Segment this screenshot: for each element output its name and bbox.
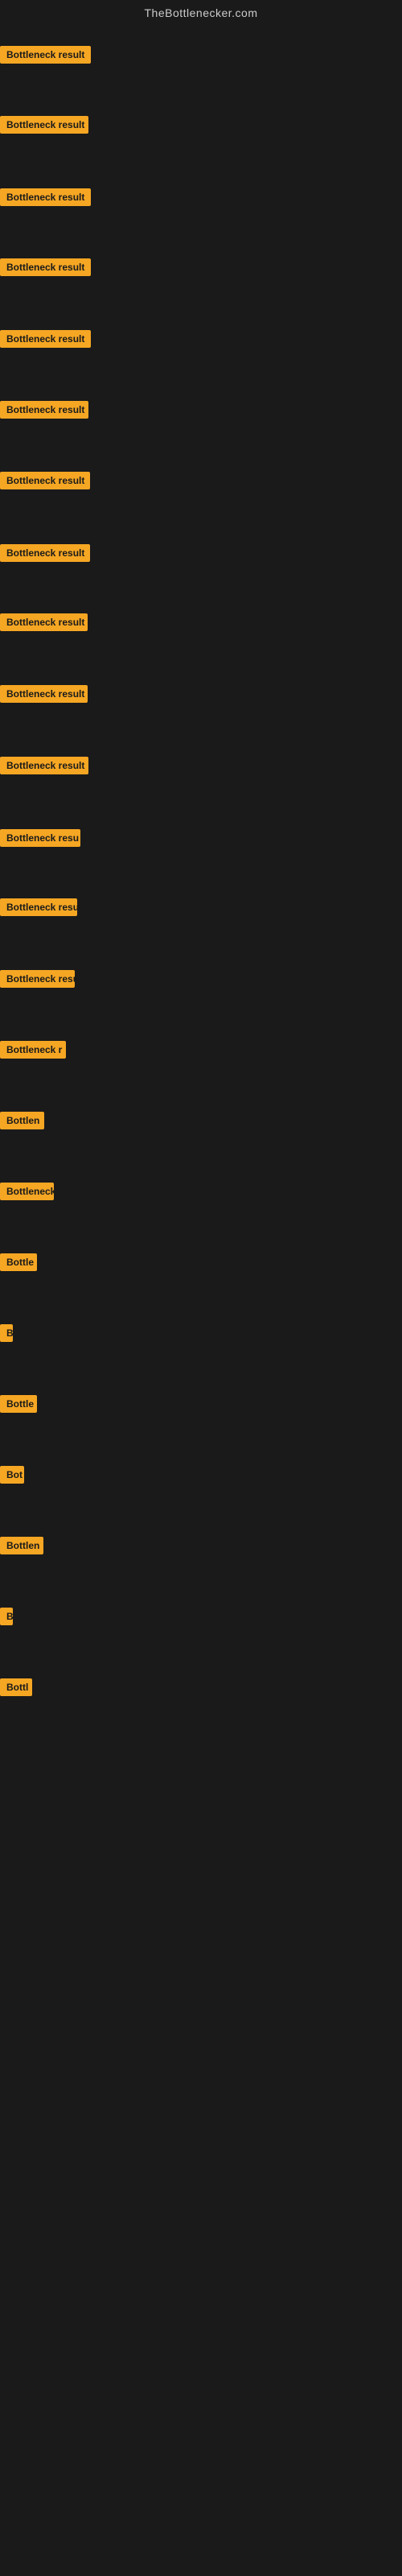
bottleneck-result-badge[interactable]: Bottleneck result <box>0 685 88 703</box>
bottleneck-result-badge[interactable]: Bottleneck result <box>0 188 91 206</box>
bottleneck-result-badge[interactable]: Bottleneck result <box>0 46 91 64</box>
bottleneck-result-badge[interactable]: Bottle <box>0 1395 37 1413</box>
bottleneck-result-badge[interactable]: Bottleneck result <box>0 401 88 419</box>
bottleneck-result-badge[interactable]: Bottleneck r <box>0 1041 66 1059</box>
bottleneck-result-badge[interactable]: Bottleneck resu <box>0 970 75 988</box>
bottleneck-result-badge[interactable]: Bottlen <box>0 1112 44 1129</box>
bottleneck-result-badge[interactable]: Bottleneck result <box>0 544 90 562</box>
bottleneck-result-badge[interactable]: Bottleneck resu <box>0 898 77 916</box>
bottleneck-result-badge[interactable]: Bottle <box>0 1253 37 1271</box>
bottleneck-result-badge[interactable]: Bot <box>0 1466 24 1484</box>
bottleneck-result-badge[interactable]: Bottleneck resu <box>0 829 80 847</box>
bottleneck-result-badge[interactable]: Bottleneck result <box>0 116 88 134</box>
bottleneck-result-badge[interactable]: Bottleneck result <box>0 757 88 774</box>
bottleneck-result-badge[interactable]: Bottlen <box>0 1537 43 1554</box>
bottleneck-result-badge[interactable]: Bottleneck result <box>0 613 88 631</box>
site-title: TheBottlenecker.com <box>144 6 257 19</box>
bottleneck-result-badge[interactable]: B <box>0 1324 13 1342</box>
bottleneck-result-badge[interactable]: Bottleneck <box>0 1183 54 1200</box>
bottleneck-result-badge[interactable]: Bottl <box>0 1678 32 1696</box>
bottleneck-result-badge[interactable]: Bottleneck result <box>0 330 91 348</box>
site-header: TheBottlenecker.com <box>0 0 402 23</box>
bottleneck-result-badge[interactable]: B <box>0 1608 13 1625</box>
bottleneck-result-badge[interactable]: Bottleneck result <box>0 258 91 276</box>
bottleneck-result-badge[interactable]: Bottleneck result <box>0 472 90 489</box>
